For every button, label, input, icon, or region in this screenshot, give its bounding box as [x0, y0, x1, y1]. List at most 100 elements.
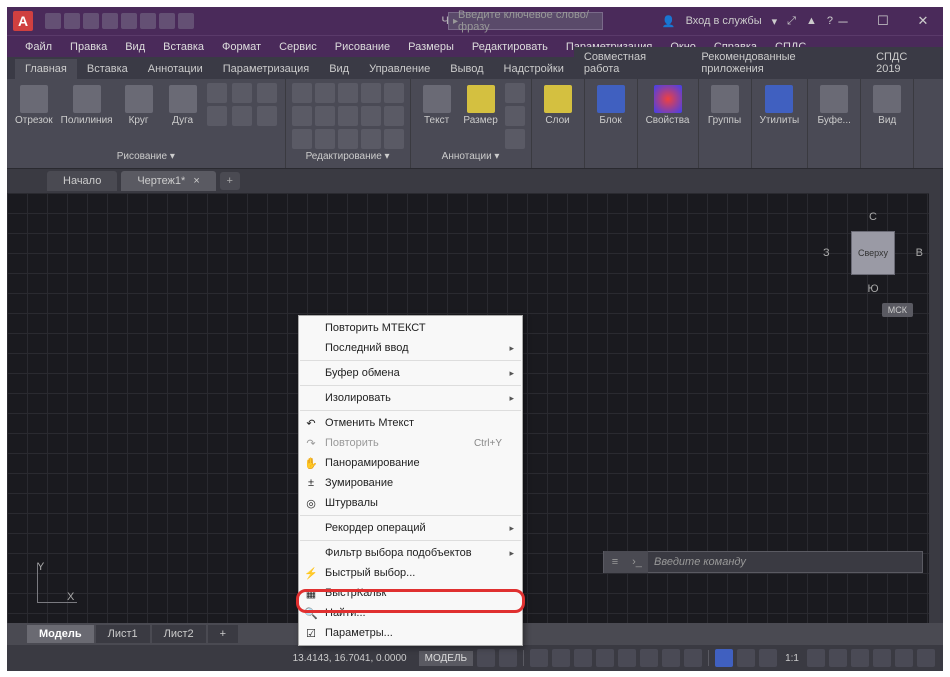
tool-block[interactable]: Блок: [591, 83, 631, 128]
ctx-item[interactable]: Повторить МТЕКСТ: [299, 318, 522, 338]
mod-9[interactable]: [361, 106, 381, 126]
ctx-item[interactable]: ⚡Быстрый выбор...: [299, 563, 522, 583]
tool-sm-6[interactable]: [257, 106, 277, 126]
tool-text[interactable]: Текст: [417, 83, 457, 128]
maximize-button[interactable]: ☐: [863, 7, 903, 35]
mod-12[interactable]: [315, 129, 335, 149]
menu-modify[interactable]: Редактировать: [464, 38, 556, 56]
tool-props[interactable]: Свойства: [644, 83, 692, 128]
status-clean-icon[interactable]: [895, 649, 913, 667]
ctx-item[interactable]: ↶Отменить Мтекст: [299, 413, 522, 433]
cube-east[interactable]: В: [916, 247, 923, 259]
autodesk-icon[interactable]: ▲: [806, 15, 817, 27]
dropdown-icon[interactable]: ▾: [772, 15, 778, 28]
mod-1[interactable]: [292, 83, 312, 103]
ann-1[interactable]: [505, 83, 525, 103]
status-dyn-icon[interactable]: [640, 649, 658, 667]
tool-sm-1[interactable]: [207, 83, 227, 103]
tool-line[interactable]: Отрезок: [13, 83, 55, 128]
menu-tools[interactable]: Сервис: [271, 38, 325, 56]
cube-top-face[interactable]: Сверху: [851, 231, 895, 275]
group-label-modify[interactable]: Редактирование ▾: [292, 149, 404, 164]
mod-10[interactable]: [384, 106, 404, 126]
ctx-item[interactable]: ◎Штурвалы: [299, 493, 522, 513]
tool-sm-2[interactable]: [232, 83, 252, 103]
status-iso-icon[interactable]: [851, 649, 869, 667]
status-3dosnap-icon[interactable]: [596, 649, 614, 667]
minimize-button[interactable]: ─: [823, 7, 863, 35]
qat-save-icon[interactable]: [83, 13, 99, 29]
tool-groups[interactable]: Группы: [705, 83, 745, 128]
qat-redo-icon[interactable]: [178, 13, 194, 29]
status-annoscale-icon[interactable]: [759, 649, 777, 667]
status-polar-icon[interactable]: [552, 649, 570, 667]
layout-tab-sheet1[interactable]: Лист1: [96, 625, 150, 643]
status-otrack-icon[interactable]: [618, 649, 636, 667]
mod-13[interactable]: [338, 129, 358, 149]
status-ws-icon[interactable]: [829, 649, 847, 667]
rtab-featured[interactable]: Рекомендованные приложения: [691, 47, 866, 79]
mod-7[interactable]: [315, 106, 335, 126]
doctab-add[interactable]: +: [220, 172, 240, 190]
app-icon[interactable]: A: [13, 11, 33, 31]
mod-4[interactable]: [361, 83, 381, 103]
qat-new-icon[interactable]: [45, 13, 61, 29]
exchange-icon[interactable]: ⤢: [787, 15, 796, 28]
menu-file[interactable]: Файл: [17, 38, 60, 56]
close-button[interactable]: ✕: [903, 7, 943, 35]
tool-sm-4[interactable]: [207, 106, 227, 126]
status-ortho-icon[interactable]: [530, 649, 548, 667]
rtab-addins[interactable]: Надстройки: [494, 59, 574, 79]
rtab-view[interactable]: Вид: [319, 59, 359, 79]
menu-insert[interactable]: Вставка: [155, 38, 212, 56]
wcs-badge[interactable]: МСК: [882, 303, 913, 317]
ctx-item[interactable]: 🔍Найти...: [299, 603, 522, 623]
status-custom-icon[interactable]: [917, 649, 935, 667]
doctab-drawing[interactable]: Чертеж1*×: [121, 171, 215, 191]
cmdline-handle-icon[interactable]: ≡: [604, 551, 626, 573]
mod-2[interactable]: [315, 83, 335, 103]
qat-saveas-icon[interactable]: [102, 13, 118, 29]
mod-3[interactable]: [338, 83, 358, 103]
ann-2[interactable]: [505, 106, 525, 126]
status-gear-icon[interactable]: [807, 649, 825, 667]
status-osnap-icon[interactable]: [574, 649, 592, 667]
mod-15[interactable]: [384, 129, 404, 149]
rtab-annot[interactable]: Аннотации: [138, 59, 213, 79]
status-grid-icon[interactable]: [477, 649, 495, 667]
qat-undo-icon[interactable]: [159, 13, 175, 29]
tool-arc[interactable]: Дуга: [163, 83, 203, 128]
rtab-home[interactable]: Главная: [15, 59, 77, 79]
ctx-item[interactable]: ☑Параметры...: [299, 623, 522, 643]
tool-sm-5[interactable]: [232, 106, 252, 126]
group-label-annot[interactable]: Аннотации ▾: [417, 149, 525, 164]
status-qs-icon[interactable]: [715, 649, 733, 667]
cube-south[interactable]: Ю: [867, 283, 878, 295]
status-anno-icon[interactable]: [737, 649, 755, 667]
menu-edit[interactable]: Правка: [62, 38, 115, 56]
ctx-item[interactable]: ▦БыстрКальк: [299, 583, 522, 603]
status-scale[interactable]: 1:1: [781, 653, 803, 664]
mod-5[interactable]: [384, 83, 404, 103]
tool-polyline[interactable]: Полилиния: [59, 83, 115, 128]
cube-west[interactable]: З: [823, 247, 830, 259]
tool-sm-3[interactable]: [257, 83, 277, 103]
mod-8[interactable]: [338, 106, 358, 126]
tool-circle[interactable]: Круг: [119, 83, 159, 128]
ctx-item[interactable]: ↷ПовторитьCtrl+Y: [299, 433, 522, 453]
scrollbar-vertical[interactable]: [929, 193, 943, 623]
rtab-param[interactable]: Параметризация: [213, 59, 319, 79]
mod-14[interactable]: [361, 129, 381, 149]
status-tpy-icon[interactable]: [684, 649, 702, 667]
signin-label[interactable]: Вход в службы: [686, 15, 762, 27]
layout-tab-model[interactable]: Модель: [27, 625, 94, 643]
search-input[interactable]: ▸ Введите ключевое слово/фразу: [448, 12, 603, 30]
ctx-item[interactable]: Изолировать: [299, 388, 522, 408]
layout-tab-sheet2[interactable]: Лист2: [152, 625, 206, 643]
ann-3[interactable]: [505, 129, 525, 149]
viewcube[interactable]: С Ю З В Сверху: [833, 213, 913, 293]
menu-view[interactable]: Вид: [117, 38, 153, 56]
ctx-item[interactable]: ±Зумирование: [299, 473, 522, 493]
tool-layers[interactable]: Слои: [538, 83, 578, 128]
mod-6[interactable]: [292, 106, 312, 126]
